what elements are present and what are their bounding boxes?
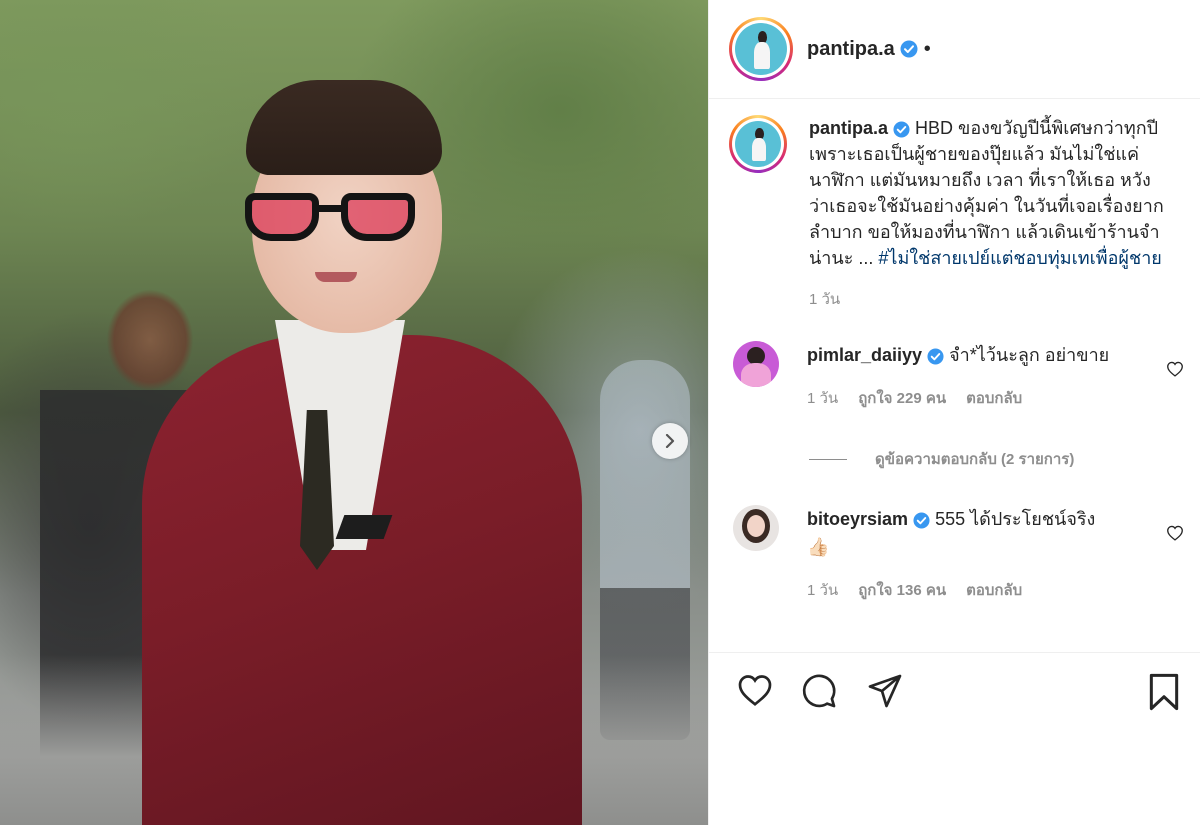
caption-timestamp: 1 วัน	[809, 291, 841, 308]
post-caption: pantipa.a HBD ของขวัญปีนี้พิเศษกว่าทุกปี…	[709, 99, 1200, 271]
post-photo[interactable]	[0, 0, 708, 825]
verified-badge-icon	[927, 348, 944, 365]
next-photo-button[interactable]	[652, 423, 688, 459]
commenter-username[interactable]: bitoeyrsiam	[807, 509, 908, 529]
reply-button[interactable]: ตอบกลับ	[966, 577, 1022, 605]
caption-author-avatar[interactable]	[729, 115, 787, 173]
post-action-bar	[709, 652, 1200, 732]
caption-text: HBD ของขวัญปีนี้พิเศษกว่าทุกปีเพราะเธอเป…	[809, 118, 1164, 268]
pocket-square	[335, 515, 393, 539]
heart-icon[interactable]	[737, 673, 773, 707]
view-replies-label: ดูข้อความตอบกลับ (2 รายการ)	[875, 451, 1075, 468]
view-replies-button[interactable]: ดูข้อความตอบกลับ (2 รายการ)	[809, 447, 1200, 471]
comment-like-icon[interactable]	[1166, 361, 1184, 377]
comment-timestamp: 1 วัน	[807, 390, 839, 407]
verified-badge-icon	[913, 512, 930, 529]
header-separator: •	[923, 37, 931, 60]
chevron-right-icon	[665, 434, 675, 448]
comment-like-icon[interactable]	[1166, 525, 1184, 541]
post-header: pantipa.a •	[709, 0, 1200, 99]
comment-item: pimlar_daiiyy จำ*ไว้นะลูก อย่าขาย 1 วัน …	[709, 341, 1200, 413]
red-sunglasses	[245, 193, 420, 243]
bookmark-icon[interactable]	[1147, 673, 1181, 711]
hair	[246, 80, 442, 175]
comment-timestamp: 1 วัน	[807, 582, 839, 599]
comment-likes[interactable]: ถูกใจ 136 คน	[858, 577, 946, 605]
verified-badge-icon	[893, 121, 910, 138]
thumbs-up-emoji: 👍🏻	[807, 537, 830, 557]
caption-hashtag[interactable]: #ไม่ใช่สายเปย์แต่ชอบทุ่มเทเพื่อผู้ชาย	[878, 248, 1161, 268]
commenter-avatar[interactable]	[733, 505, 779, 551]
view-replies-line	[809, 458, 847, 460]
comment-text: จำ*ไว้นะลูก อย่าขาย	[949, 345, 1110, 365]
verified-badge-icon	[900, 40, 918, 58]
post-sidebar: pantipa.a • pantipa.a HBD ของขวัญปีนี้พิ…	[708, 0, 1200, 825]
comment-text: 555 ได้ประโยชน์จริง	[935, 509, 1096, 529]
comment-likes[interactable]: ถูกใจ 229 คน	[858, 385, 946, 413]
author-username[interactable]: pantipa.a	[807, 38, 895, 61]
reply-button[interactable]: ตอบกลับ	[966, 385, 1022, 413]
author-avatar[interactable]	[729, 17, 793, 81]
share-icon[interactable]	[867, 673, 903, 709]
caption-username[interactable]: pantipa.a	[809, 118, 888, 138]
comment-item: bitoeyrsiam 555 ได้ประโยชน์จริง 👍🏻 1 วัน…	[709, 505, 1200, 605]
lips	[315, 272, 357, 282]
commenter-avatar[interactable]	[733, 341, 779, 387]
comment-icon[interactable]	[801, 673, 837, 709]
commenter-username[interactable]: pimlar_daiiyy	[807, 345, 922, 365]
